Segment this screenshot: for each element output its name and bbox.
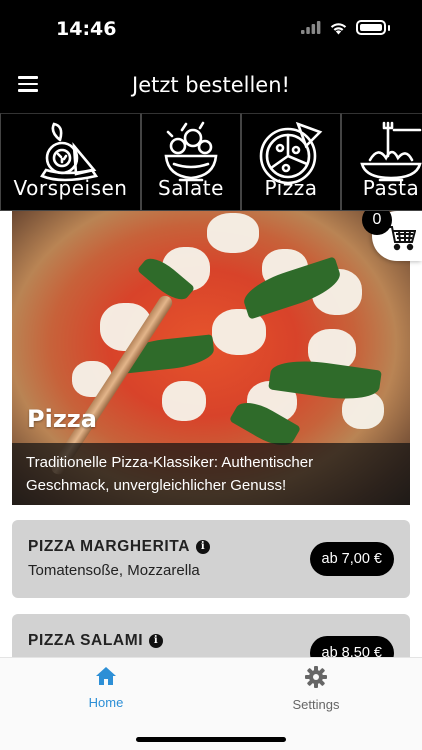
product-name-row: PIZZA SALAMI i [28,632,164,650]
hero-caption: Traditionelle Pizza-Klassiker: Authentis… [12,443,410,505]
app-bar: Jetzt bestellen! [0,56,422,114]
cart-icon [387,226,416,251]
category-pizza[interactable]: Pizza [241,113,341,211]
home-icon [96,667,116,685]
product-description: Tomatensoße, Mozzarella [28,562,200,579]
product-card[interactable]: PIZZA SALAMI i ab 8,50 € [12,614,410,657]
tab-label: Settings [292,697,340,712]
category-salate[interactable]: Salate [141,113,241,211]
status-bar: 14:46 [0,0,422,56]
battery-icon [356,20,386,35]
category-vorspeisen[interactable]: Vorspeisen [0,113,141,211]
status-time: 14:46 [56,18,117,40]
main-content[interactable]: Pizza Traditionelle Pizza-Klassiker: Aut… [0,211,422,657]
hero-title: Pizza [27,405,97,433]
gear-icon [305,666,327,688]
tab-home[interactable]: Home [46,666,166,710]
home-indicator [136,737,286,742]
product-name: PIZZA MARGHERITA [28,538,191,555]
product-name-row: PIZZA MARGHERITA i [28,538,211,556]
tab-settings[interactable]: Settings [256,666,376,712]
category-strip[interactable]: Vorspeisen Salate Pizza Pasta [0,113,422,211]
price-button[interactable]: ab 8,50 € [309,636,394,657]
price-button[interactable]: ab 7,00 € [309,542,394,576]
tab-label: Home [88,695,124,710]
category-label: Salate [158,176,224,200]
product-card[interactable]: PIZZA MARGHERITA i Tomatensoße, Mozzarel… [12,520,410,598]
status-icons [301,20,390,35]
product-name: PIZZA SALAMI [28,632,144,649]
signal-icon [301,21,321,34]
page-title: Jetzt bestellen! [132,73,290,97]
category-label: Vorspeisen [13,176,128,200]
category-pasta[interactable]: Pasta [341,113,422,211]
category-label: Pasta [362,176,420,200]
battery-tip [388,24,390,31]
wifi-icon [330,22,347,34]
info-icon[interactable]: i [149,634,164,648]
category-label: Pizza [264,176,318,200]
info-icon[interactable]: i [196,540,211,554]
category-hero-image: Pizza Traditionelle Pizza-Klassiker: Aut… [12,211,410,505]
